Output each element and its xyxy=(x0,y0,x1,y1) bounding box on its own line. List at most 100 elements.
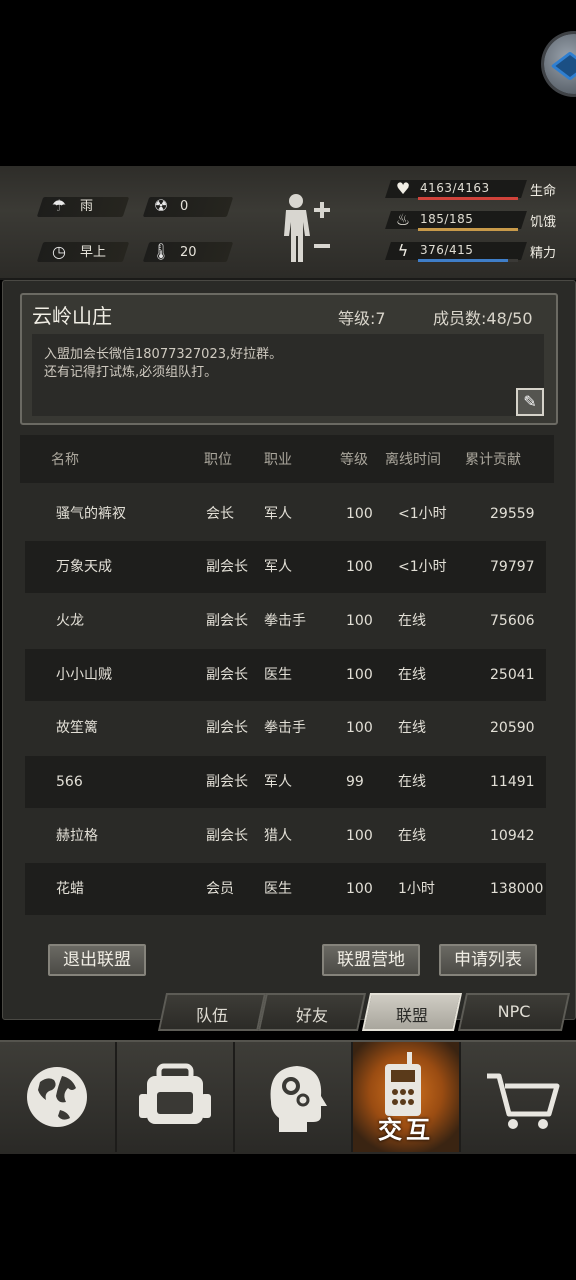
alliance-camp-button[interactable]: 联盟营地 xyxy=(322,944,420,976)
member-offline-time: 在线 xyxy=(398,774,426,790)
member-contribution: 75606 xyxy=(490,613,535,629)
tab-npc-label: NPC xyxy=(497,1002,531,1021)
energy-value: 376/415 xyxy=(420,243,474,257)
member-level: 100 xyxy=(346,828,373,844)
member-offline-time: <1小时 xyxy=(398,559,447,575)
table-row[interactable]: 566 副会长 军人 99 在线 11491 xyxy=(25,756,546,808)
member-name: 万象天成 xyxy=(56,559,112,575)
member-position: 副会长 xyxy=(206,559,248,575)
member-contribution: 138000 xyxy=(490,881,544,897)
hunger-label: 饥饿 xyxy=(530,215,557,230)
table-row[interactable]: 万象天成 副会长 军人 100 <1小时 79797 xyxy=(25,541,546,593)
table-row[interactable]: 火龙 副会长 拳击手 100 在线 75606 xyxy=(25,595,546,647)
edit-notice-button[interactable]: ✎ xyxy=(516,388,544,416)
apply-list-button[interactable]: 申请列表 xyxy=(439,944,537,976)
quit-alliance-button[interactable]: 退出联盟 xyxy=(48,944,146,976)
header-position: 职位 xyxy=(204,452,232,468)
member-contribution: 79797 xyxy=(490,559,535,575)
table-row[interactable]: 小小山贼 副会长 医生 100 在线 25041 xyxy=(25,649,546,701)
member-level: 100 xyxy=(346,667,373,683)
nav-skills[interactable] xyxy=(235,1042,349,1152)
hunger-icon: ♨ xyxy=(395,210,411,229)
member-profession: 军人 xyxy=(264,774,292,790)
hunger-bar xyxy=(418,228,518,231)
member-name: 故笙篱 xyxy=(56,720,98,736)
member-name: 骚气的裤衩 xyxy=(56,506,126,522)
member-position: 会长 xyxy=(206,506,234,522)
tab-friends-label: 好友 xyxy=(295,1006,328,1025)
table-row[interactable]: 骚气的裤衩 会长 军人 100 <1小时 29559 xyxy=(25,488,546,540)
member-position: 副会长 xyxy=(206,667,248,683)
member-position: 副会长 xyxy=(206,828,248,844)
member-contribution: 25041 xyxy=(490,667,535,683)
nav-shop[interactable] xyxy=(461,1042,576,1152)
time-of-day-value: 早上 xyxy=(80,245,107,260)
member-level: 99 xyxy=(346,774,364,790)
rain-cloud-icon: ☂ xyxy=(51,196,67,215)
member-level: 100 xyxy=(346,613,373,629)
skills-head-icon xyxy=(270,1066,327,1132)
member-contribution: 11491 xyxy=(490,774,535,790)
header-name: 名称 xyxy=(51,452,79,468)
member-profession: 拳击手 xyxy=(264,720,306,736)
member-offline-time: <1小时 xyxy=(398,506,447,522)
floating-assist-button[interactable] xyxy=(544,34,576,94)
member-position: 会员 xyxy=(206,881,234,897)
health-value: 4163/4163 xyxy=(420,181,490,195)
world-map-icon xyxy=(27,1067,87,1127)
notice-line: 入盟加会长微信18077327023,好拉群。 xyxy=(44,347,283,362)
energy-label: 精力 xyxy=(530,246,557,261)
backpack-icon xyxy=(139,1063,211,1124)
member-level: 100 xyxy=(346,881,373,897)
member-contribution: 20590 xyxy=(490,720,535,736)
clock-icon: ◷ xyxy=(52,242,66,261)
radiation-icon: ☢ xyxy=(153,196,169,215)
member-profession: 医生 xyxy=(264,881,292,897)
guild-member-count: 成员数:48/50 xyxy=(433,309,533,328)
cube-icon xyxy=(550,51,576,81)
member-contribution: 29559 xyxy=(490,506,535,522)
header-profession: 职业 xyxy=(264,452,292,468)
nav-interact-label: 交互 xyxy=(378,1116,434,1144)
energy-icon: ϟ xyxy=(397,241,409,260)
health-label: 生命 xyxy=(530,184,557,199)
member-position: 副会长 xyxy=(206,613,248,629)
table-row[interactable]: 赫拉格 副会长 猎人 100 在线 10942 xyxy=(25,810,546,862)
shop-cart-icon xyxy=(487,1073,560,1129)
member-profession: 军人 xyxy=(264,559,292,575)
member-profession: 拳击手 xyxy=(264,613,306,629)
body-status-icon[interactable] xyxy=(278,192,338,268)
status-header: ☂ 雨 ☢ 0 ◷ 早上 🌡 20 ♥ 4163/4163 生命 ♨ 185/1… xyxy=(0,166,576,280)
energy-bar xyxy=(418,259,508,262)
heart-icon: ♥ xyxy=(395,179,411,198)
header-contribution: 累计贡献 xyxy=(465,452,521,468)
member-offline-time: 在线 xyxy=(398,720,426,736)
notice-line: 还有记得打试炼,必须组队打。 xyxy=(44,365,218,380)
member-offline-time: 1小时 xyxy=(398,881,435,897)
header-offline-time: 离线时间 xyxy=(385,452,441,468)
member-contribution: 10942 xyxy=(490,828,535,844)
nav-interact[interactable]: 交互 xyxy=(353,1042,459,1152)
member-position: 副会长 xyxy=(206,774,248,790)
tab-alliance-label: 联盟 xyxy=(395,1006,428,1025)
member-profession: 猎人 xyxy=(264,828,292,844)
member-offline-time: 在线 xyxy=(398,613,426,629)
weather-value: 雨 xyxy=(80,199,94,214)
member-level: 100 xyxy=(346,506,373,522)
radiation-value: 0 xyxy=(180,199,189,214)
hunger-value: 185/185 xyxy=(420,212,474,226)
table-row[interactable]: 花蜡 会员 医生 100 1小时 138000 xyxy=(25,863,546,915)
tab-team-label: 队伍 xyxy=(195,1006,228,1025)
member-position: 副会长 xyxy=(206,720,248,736)
member-profession: 军人 xyxy=(264,506,292,522)
temperature-value: 20 xyxy=(180,245,197,260)
header-level: 等级 xyxy=(340,452,368,468)
member-offline-time: 在线 xyxy=(398,667,426,683)
member-offline-time: 在线 xyxy=(398,828,426,844)
member-name: 火龙 xyxy=(56,613,84,629)
member-profession: 医生 xyxy=(264,667,292,683)
table-row[interactable]: 故笙篱 副会长 拳击手 100 在线 20590 xyxy=(25,702,546,754)
health-bar xyxy=(418,197,518,200)
nav-world-map[interactable] xyxy=(0,1042,114,1152)
nav-backpack[interactable] xyxy=(117,1042,231,1152)
